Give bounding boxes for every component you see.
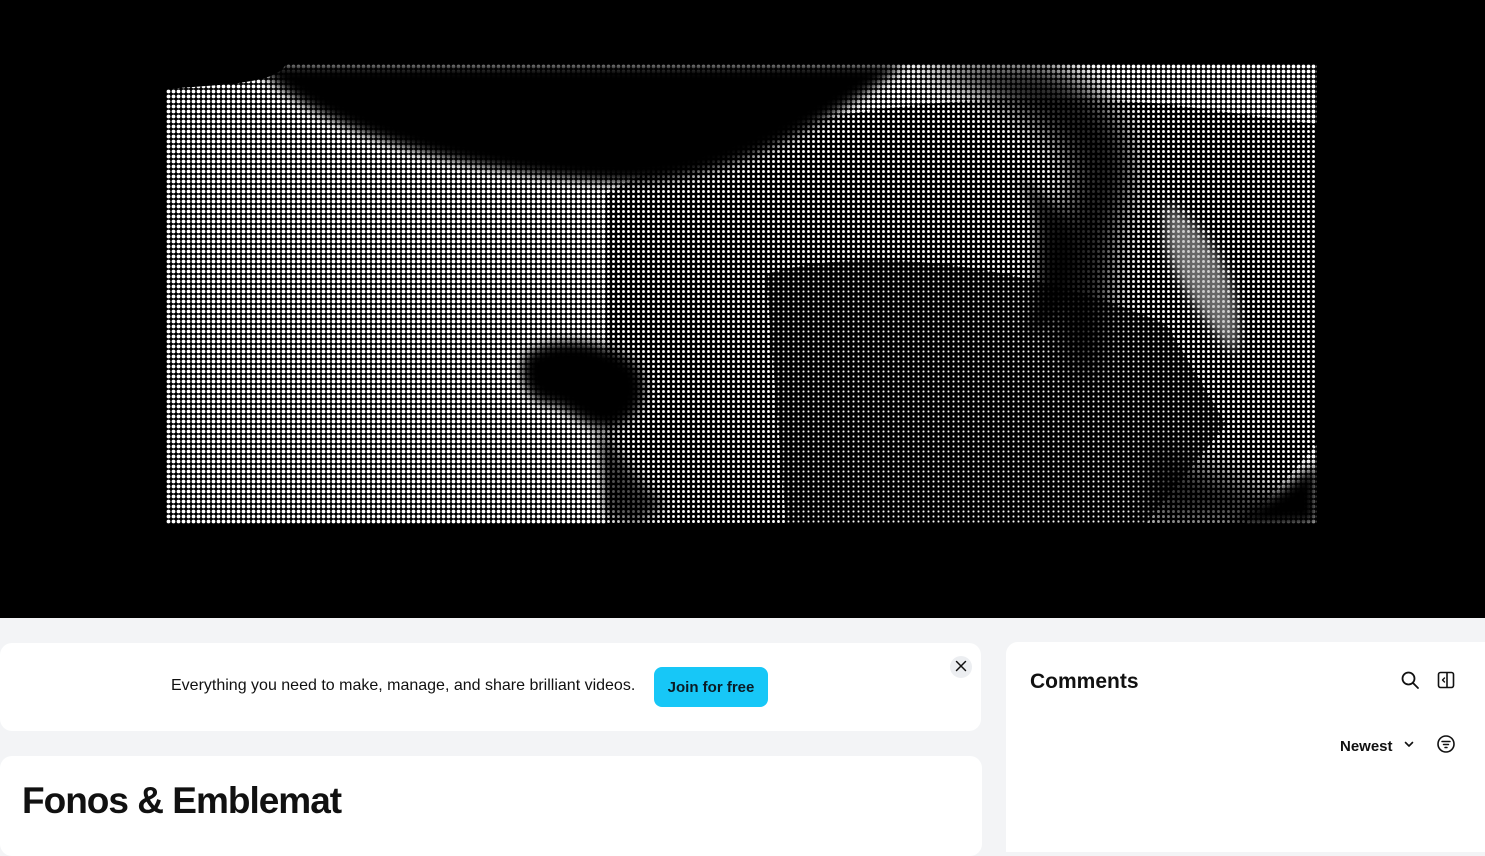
video-player[interactable] bbox=[0, 0, 1485, 618]
chevron-down-icon bbox=[1403, 737, 1415, 755]
search-comments-button[interactable] bbox=[1398, 670, 1422, 694]
sidebar-toggle-icon bbox=[1436, 670, 1456, 695]
search-icon bbox=[1400, 670, 1420, 695]
sort-dropdown[interactable]: Newest bbox=[1340, 736, 1415, 756]
filter-icon bbox=[1436, 734, 1456, 759]
filter-comments-button[interactable] bbox=[1434, 734, 1458, 758]
halftone-video-frame bbox=[166, 64, 1317, 524]
sort-selected-label: Newest bbox=[1340, 737, 1393, 755]
video-title: Fonos & Emblemat bbox=[22, 780, 342, 821]
join-for-free-button[interactable]: Join for free bbox=[654, 667, 768, 707]
comments-title: Comments bbox=[1030, 670, 1139, 693]
close-banner-button[interactable] bbox=[950, 656, 972, 678]
video-frame[interactable] bbox=[166, 64, 1317, 524]
close-icon bbox=[955, 660, 967, 675]
toggle-panel-button[interactable] bbox=[1434, 670, 1458, 694]
banner-message: Everything you need to make, manage, and… bbox=[171, 677, 636, 694]
